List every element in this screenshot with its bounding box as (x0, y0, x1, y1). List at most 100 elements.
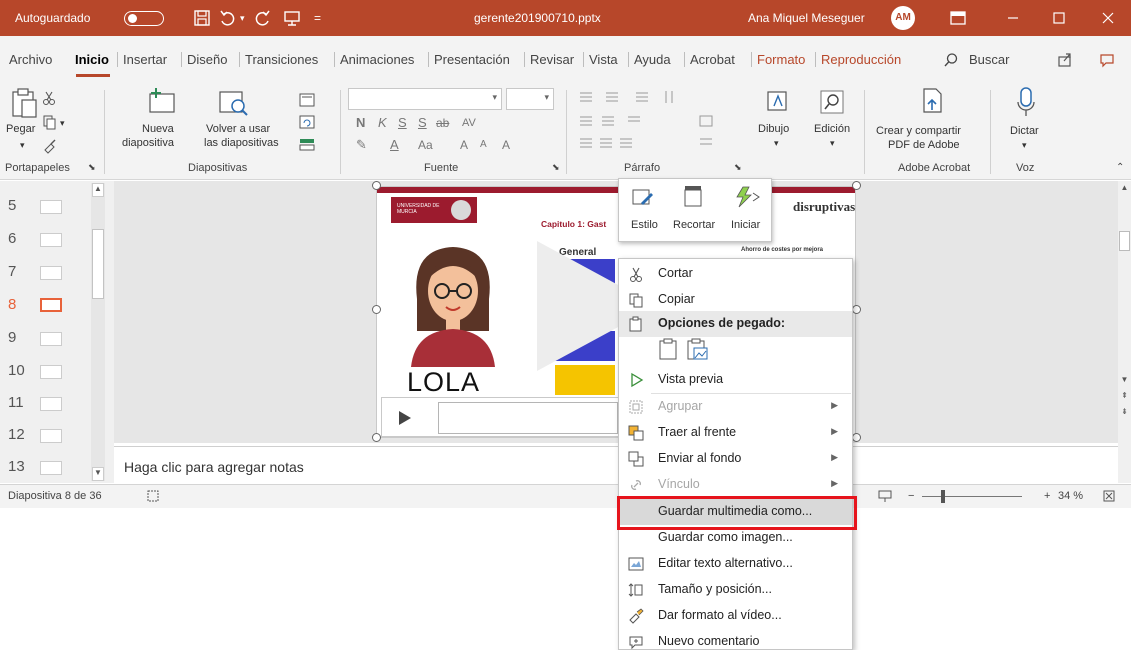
font-size-combo[interactable]: ▾ (506, 88, 554, 110)
start-label[interactable]: Iniciar (731, 219, 760, 231)
new-slide-icon[interactable] (146, 86, 178, 118)
font-launcher-icon[interactable]: ⬊ (552, 162, 560, 173)
change-case-icon[interactable]: Aa (418, 138, 433, 152)
highlight-icon[interactable]: ✎ (356, 138, 367, 152)
new-slide-label-2[interactable]: diapositiva (122, 136, 174, 150)
tab-ayuda[interactable]: Ayuda (628, 52, 671, 67)
dictate-dropdown-icon[interactable]: ▾ (1022, 138, 1027, 152)
microphone-icon[interactable] (1014, 86, 1038, 118)
style-label[interactable]: Estilo (631, 219, 658, 231)
share-icon[interactable] (1056, 51, 1074, 69)
editor-vertical-scrollbar[interactable]: ▲ ▼ ⇞ ⇟ (1118, 181, 1131, 483)
new-slide-label[interactable]: Nueva (142, 122, 174, 136)
paste-icon[interactable] (10, 86, 40, 120)
dictate-label[interactable]: Dictar (1010, 124, 1039, 138)
strikethrough-icon[interactable]: ab (436, 116, 449, 130)
zoom-out-icon[interactable]: − (908, 490, 914, 502)
presentation-view-icon[interactable] (877, 489, 893, 503)
reuse-slides-label-2[interactable]: las diapositivas (204, 136, 279, 150)
editing-dropdown-icon[interactable]: ▾ (830, 136, 835, 150)
avatar[interactable]: AM (891, 6, 915, 30)
cut-icon[interactable] (42, 90, 56, 106)
copy-icon[interactable] (42, 114, 56, 130)
create-pdf-icon[interactable] (918, 86, 946, 116)
slide-thumbnail[interactable] (40, 397, 62, 411)
play-icon[interactable] (396, 408, 414, 428)
menu-item-cut[interactable]: Cortar (619, 261, 852, 287)
resize-handle[interactable] (852, 181, 861, 190)
reuse-slides-icon[interactable] (218, 88, 252, 118)
resize-handle[interactable] (852, 433, 861, 442)
menu-item-new-comment[interactable]: Nuevo comentario (619, 629, 852, 650)
tab-presentacion[interactable]: Presentación (428, 52, 510, 67)
paste-button-label[interactable]: Pegar (6, 122, 35, 136)
resize-handle[interactable] (372, 181, 381, 190)
editing-label[interactable]: Edición (814, 122, 850, 136)
layout-icon[interactable] (298, 92, 316, 108)
maximize-icon[interactable] (1036, 0, 1082, 36)
copy-dropdown-icon[interactable]: ▾ (60, 116, 65, 130)
redo-icon[interactable] (252, 8, 272, 28)
minimize-icon[interactable] (990, 0, 1036, 36)
search-icon[interactable] (943, 52, 959, 68)
tab-vista[interactable]: Vista (583, 52, 618, 67)
slide-thumbnail[interactable] (40, 365, 62, 379)
shrink-font-icon[interactable]: A (480, 138, 487, 152)
reuse-slides-label[interactable]: Volver a usar (206, 122, 270, 136)
slide-thumbnail[interactable] (40, 429, 62, 443)
paste-keep-formatting-icon[interactable] (657, 337, 681, 361)
tab-insertar[interactable]: Insertar (117, 52, 167, 67)
menu-item-size-position[interactable]: Tamaño y posición... (619, 577, 852, 603)
undo-icon[interactable] (218, 8, 238, 28)
zoom-slider-thumb[interactable] (941, 490, 945, 503)
drawing-dropdown-icon[interactable]: ▾ (774, 136, 779, 150)
paste-as-picture-icon[interactable] (685, 337, 709, 361)
ribbon-display-icon[interactable] (948, 8, 968, 28)
shadow-button[interactable]: S (418, 116, 427, 130)
customize-toolbar-icon[interactable]: = (314, 0, 321, 36)
comments-icon[interactable] (1098, 51, 1116, 69)
drawing-label[interactable]: Dibujo (758, 122, 789, 136)
resize-handle[interactable] (372, 305, 381, 314)
close-icon[interactable] (1085, 0, 1131, 36)
tab-revisar[interactable]: Revisar (524, 52, 574, 67)
section-icon[interactable] (298, 136, 316, 152)
start-playback-icon[interactable] (733, 183, 763, 211)
trim-video-icon[interactable] (681, 183, 705, 211)
slide-thumbnail[interactable] (40, 266, 62, 280)
collapse-ribbon-icon[interactable]: ⌃ (1116, 162, 1124, 173)
menu-item-format-video[interactable]: Dar formato al vídeo... (619, 603, 852, 629)
slide-thumbnail[interactable] (40, 461, 62, 475)
italic-button[interactable]: K (378, 116, 387, 130)
char-spacing-icon[interactable]: AV (462, 116, 476, 130)
slide-thumbnail[interactable] (40, 233, 62, 247)
user-name[interactable]: Ana Miquel Meseguer (748, 0, 865, 36)
undo-dropdown-icon[interactable]: ▾ (240, 0, 245, 36)
notes-pane[interactable]: Haga clic para agregar notas (114, 446, 1118, 483)
paragraph-launcher-icon[interactable]: ⬊ (734, 162, 742, 173)
reset-icon[interactable] (298, 114, 316, 130)
tab-animaciones[interactable]: Animaciones (334, 52, 414, 67)
video-style-icon[interactable] (631, 185, 655, 211)
create-pdf-label[interactable]: Crear y compartir (876, 124, 961, 138)
paste-dropdown-icon[interactable]: ▾ (20, 138, 25, 152)
search-label[interactable]: Buscar (969, 52, 1009, 67)
paragraph-tools-icon[interactable] (576, 88, 726, 158)
font-name-combo[interactable]: ▾ (348, 88, 502, 110)
create-pdf-label-2[interactable]: PDF de Adobe (888, 138, 960, 152)
tab-transiciones[interactable]: Transiciones (239, 52, 318, 67)
grow-font-icon[interactable]: A (460, 138, 468, 152)
tab-acrobat[interactable]: Acrobat (684, 52, 735, 67)
zoom-in-icon[interactable]: + (1044, 490, 1050, 502)
slide-thumbnail[interactable] (40, 200, 62, 214)
menu-item-send-to-back[interactable]: Enviar al fondo ▶ (619, 446, 852, 472)
tab-inicio[interactable]: Inicio (75, 52, 109, 67)
menu-item-preview[interactable]: Vista previa (619, 367, 852, 393)
save-icon[interactable] (192, 8, 212, 28)
bold-button[interactable]: N (356, 116, 365, 130)
format-painter-icon[interactable] (42, 138, 58, 154)
font-color-icon[interactable]: A (390, 138, 399, 152)
slide-thumbnail-selected[interactable] (40, 298, 62, 312)
menu-item-copy[interactable]: Copiar (619, 287, 852, 313)
tab-diseno[interactable]: Diseño (181, 52, 227, 67)
